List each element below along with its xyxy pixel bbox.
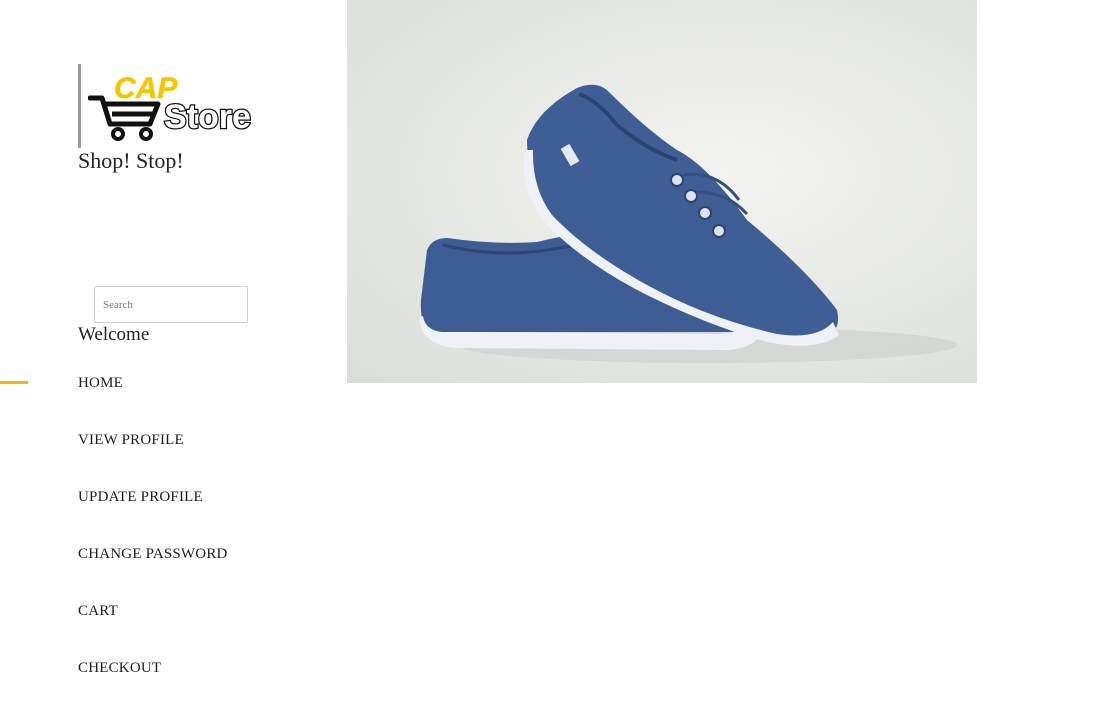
hero-image (347, 0, 977, 383)
tagline: Shop! Stop! (78, 148, 184, 173)
logo-divider (78, 64, 81, 148)
search-input[interactable] (94, 286, 248, 323)
nav-link-home[interactable]: HOME (78, 374, 123, 392)
sidebar-nav: HOME VIEW PROFILE UPDATE PROFILE CHANGE … (78, 374, 228, 716)
nav-item-view-profile: VIEW PROFILE (78, 431, 228, 488)
cart-logo-icon: CAP Store (88, 72, 252, 141)
active-nav-indicator (0, 381, 28, 384)
sneakers-illustration (419, 84, 957, 363)
nav-item-home: HOME (78, 374, 228, 431)
nav-link-cart[interactable]: CART (78, 602, 118, 620)
nav-link-view-profile[interactable]: VIEW PROFILE (78, 431, 184, 449)
nav-item-update-profile: UPDATE PROFILE (78, 488, 228, 545)
welcome-text: Welcome (78, 324, 150, 345)
nav-link-change-password[interactable]: CHANGE PASSWORD (78, 545, 228, 563)
nav-link-checkout[interactable]: CHECKOUT (78, 659, 161, 677)
nav-link-update-profile[interactable]: UPDATE PROFILE (78, 488, 203, 506)
logo-store-text: Store (164, 98, 251, 136)
nav-item-checkout: CHECKOUT (78, 659, 228, 716)
nav-item-cart: CART (78, 602, 228, 659)
brand-logo[interactable]: CAP Store (78, 64, 278, 148)
nav-item-change-password: CHANGE PASSWORD (78, 545, 228, 602)
